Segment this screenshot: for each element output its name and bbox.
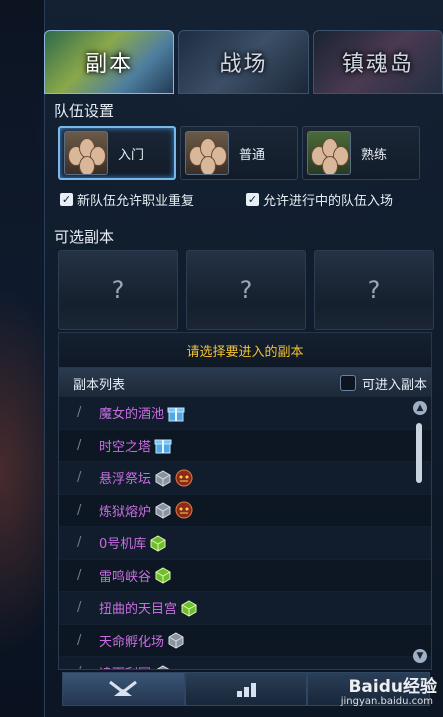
mode-tabs: 副本 战场 镇魂岛 [44, 30, 443, 94]
dungeon-mode-button[interactable] [62, 672, 185, 706]
list-item[interactable]: / 炼狱熔炉 [59, 495, 431, 527]
gray-chest-icon [151, 501, 172, 519]
scroll-up-icon[interactable]: ▲ [413, 401, 427, 415]
dungeon-name: 炼狱熔炉 [99, 504, 152, 520]
ranking-button[interactable] [184, 672, 308, 706]
difficulty-label: 熟练 [361, 147, 388, 163]
optional-dungeons-title: 可选副本 [54, 228, 115, 246]
option-label: 允许进行中的队伍入场 [263, 194, 394, 209]
select-dungeon-hint: 请选择要进入的副本 [58, 332, 432, 368]
dungeon-name: 时空之塔 [99, 439, 152, 455]
gray-chest-icon [151, 469, 172, 487]
list-item[interactable]: / 天命孵化场 [59, 625, 431, 657]
list-item[interactable]: / 悬浮祭坛 [59, 462, 431, 495]
list-scrollbar[interactable]: ▲ ▼ [413, 401, 427, 663]
demon-face-icon [172, 469, 193, 487]
list-item[interactable]: / 雷鸣峡谷 [59, 560, 431, 592]
row-marker: / [77, 600, 82, 616]
list-item[interactable]: / 魔女的酒池 [59, 397, 431, 430]
dungeon-list-header: 副本列表 可进入副本 [59, 369, 431, 397]
tab-label: 镇魂岛 [341, 52, 414, 77]
dungeon-name: 0号机库 [99, 537, 147, 553]
checkbox-checked[interactable]: ✓ [246, 193, 259, 206]
demon-face-icon [172, 501, 193, 519]
bar-chart-icon [237, 683, 256, 697]
checkbox-checked[interactable]: ✓ [60, 193, 73, 206]
dungeon-name: 扭曲的天目宫 [99, 602, 178, 618]
gray-chest-icon [164, 631, 185, 649]
crossed-swords-icon [109, 680, 138, 696]
enterable-checkbox[interactable] [339, 375, 356, 391]
dungeon-name: 雷鸣峡谷 [99, 569, 152, 585]
dungeon-name: 魔女的酒池 [99, 407, 165, 423]
party-portrait-icon [307, 131, 351, 175]
list-title: 副本列表 [73, 377, 126, 393]
tab-dungeon[interactable]: 副本 [44, 30, 175, 94]
row-marker: / [77, 535, 82, 551]
row-marker: / [77, 502, 82, 518]
gray-chest-icon [151, 664, 172, 669]
scroll-down-icon[interactable]: ▼ [413, 649, 427, 663]
tab-label: 副本 [85, 52, 134, 77]
list-item[interactable]: /追而利园 [59, 657, 431, 669]
enterable-filter: 可进入副本 [339, 374, 427, 393]
gift-icon [164, 404, 185, 422]
party-portrait-icon [185, 131, 229, 175]
difficulty-row: 入门 普通 熟练 [58, 126, 420, 180]
dungeon-slot[interactable]: ? [186, 250, 306, 330]
tab-label: 战场 [219, 52, 268, 77]
difficulty-label: 入门 [118, 147, 145, 163]
green-chest-icon [177, 599, 198, 617]
tab-soul-island[interactable]: 镇魂岛 [312, 30, 443, 94]
dungeon-slots: ? ? ? [58, 250, 434, 330]
gift-icon [151, 436, 172, 454]
green-chest-icon [146, 534, 167, 552]
party-portrait-icon [64, 131, 108, 175]
row-marker: / [77, 437, 82, 453]
row-marker: / [77, 405, 82, 421]
list-item[interactable]: / 时空之塔 [59, 430, 431, 462]
dungeon-name: 追而利园 [99, 663, 151, 669]
enterable-label: 可进入副本 [361, 377, 427, 393]
scroll-thumb[interactable] [416, 423, 422, 483]
row-marker: / [77, 470, 82, 486]
baidu-watermark-url: jingyan.baidu.com [340, 696, 433, 707]
dungeon-rows: / 魔女的酒池 / 时空之塔 / 悬浮祭坛 / 炼狱熔炉 / 0号机库 / 雷鸣峡谷 / 扭曲的天目宫 / 天… [59, 397, 431, 669]
green-chest-icon [151, 566, 172, 584]
option-label: 新队伍允许职业重复 [77, 194, 195, 209]
allow-in-progress-option: ✓ 允许进行中的队伍入场 [246, 190, 393, 209]
difficulty-beginner[interactable]: 入门 [58, 126, 176, 180]
dungeon-list: 副本列表 可进入副本 / 魔女的酒池 / 时空之塔 / 悬浮祭坛 / 炼狱熔炉 / 0号机库 / 雷鸣… [58, 368, 432, 670]
baidu-watermark: Baidu经验 [348, 677, 437, 697]
dungeon-slot[interactable]: ? [314, 250, 434, 330]
row-marker: / [77, 567, 82, 583]
tab-battlefield[interactable]: 战场 [178, 30, 309, 94]
dungeon-slot[interactable]: ? [58, 250, 178, 330]
row-marker: / [77, 632, 82, 648]
dungeon-name: 悬浮祭坛 [99, 472, 152, 488]
list-item[interactable]: / 0号机库 [59, 527, 431, 560]
dungeon-name: 天命孵化场 [99, 634, 165, 650]
row-marker: / [77, 665, 99, 669]
difficulty-label: 普通 [239, 147, 266, 163]
team-settings-title: 队伍设置 [54, 102, 115, 120]
allow-duplicate-class-option: ✓ 新队伍允许职业重复 [60, 190, 194, 209]
difficulty-normal[interactable]: 普通 [180, 126, 298, 180]
list-item[interactable]: / 扭曲的天目宫 [59, 592, 431, 625]
difficulty-skilled[interactable]: 熟练 [302, 126, 420, 180]
